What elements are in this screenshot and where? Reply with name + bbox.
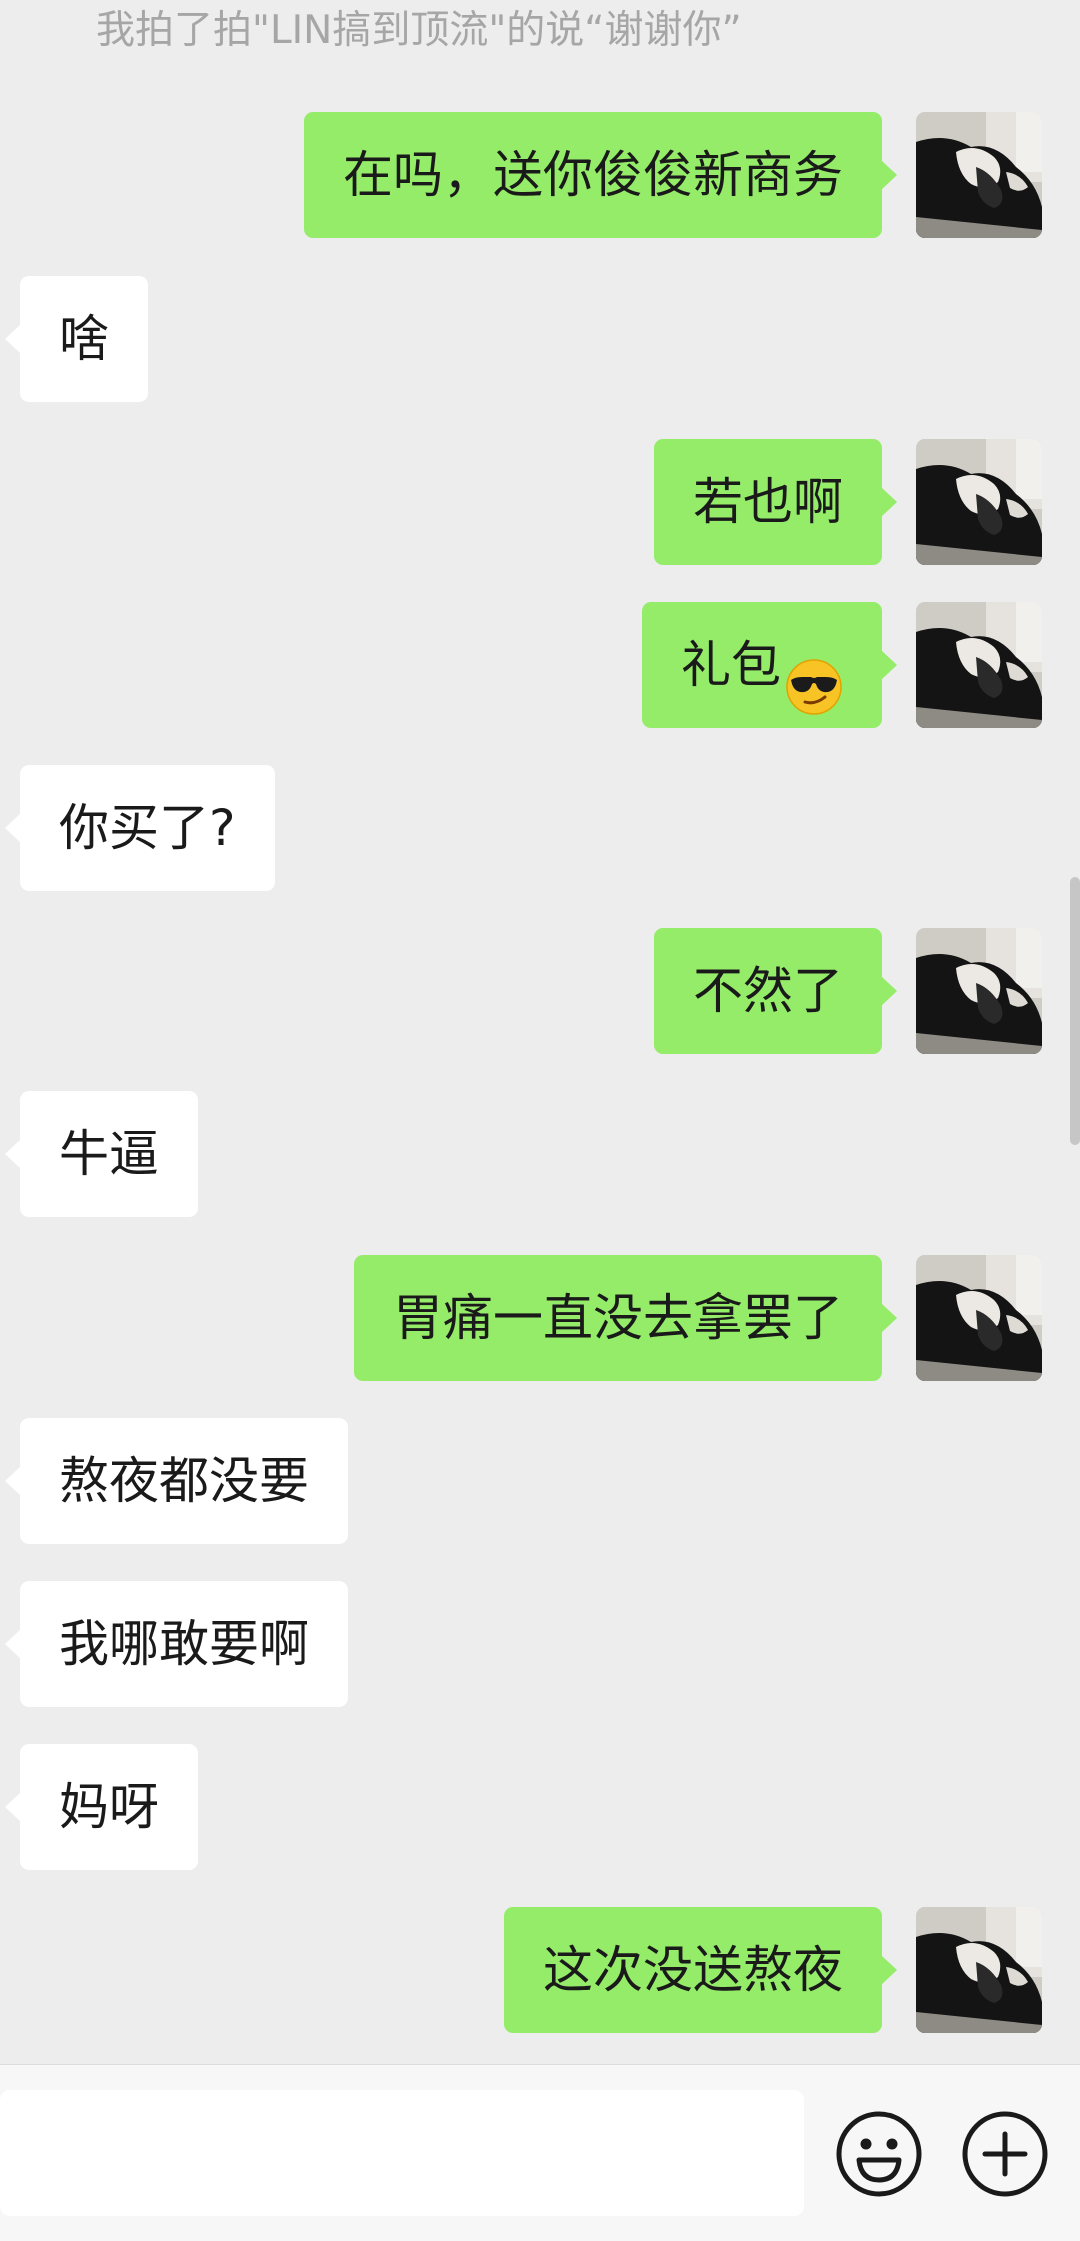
smiley-face-icon[interactable] xyxy=(835,2110,923,2198)
sent-message-bubble[interactable]: 若也啊 xyxy=(654,439,897,565)
message-row: 牛逼 xyxy=(0,1091,1080,1217)
avatar[interactable] xyxy=(916,602,1042,728)
avatar[interactable] xyxy=(916,112,1042,238)
avatar[interactable] xyxy=(916,928,1042,1054)
sent-message-bubble[interactable]: 礼包 xyxy=(642,602,897,728)
received-message-bubble[interactable]: 妈呀 xyxy=(5,1744,198,1870)
received-message-bubble[interactable]: 我哪敢要啊 xyxy=(5,1581,348,1707)
sent-message-bubble[interactable]: 胃痛一直没去拿罢了 xyxy=(354,1255,897,1381)
message-row: 妈呀 xyxy=(0,1744,1080,1870)
sent-message-bubble[interactable]: 不然了 xyxy=(654,928,897,1054)
sent-message-bubble[interactable]: 在吗，送你俊俊新商务 xyxy=(304,112,897,238)
smirking-sunglasses-emoji-icon xyxy=(785,636,843,715)
message-input[interactable] xyxy=(0,2090,804,2216)
received-message-bubble[interactable]: 牛逼 xyxy=(5,1091,198,1217)
received-message-bubble[interactable]: 熬夜都没要 xyxy=(5,1418,348,1544)
chat-message-list[interactable]: 我拍了拍"LIN搞到顶流"的说“谢谢你” 在吗，送你俊俊新商务 啥 若也啊 礼包… xyxy=(0,0,1080,2064)
message-row: 在吗，送你俊俊新商务 xyxy=(0,112,1080,238)
message-row: 礼包 xyxy=(0,602,1080,728)
message-text: 礼包 xyxy=(681,636,781,694)
message-row: 熬夜都没要 xyxy=(0,1418,1080,1544)
avatar[interactable] xyxy=(916,439,1042,565)
avatar[interactable] xyxy=(916,1255,1042,1381)
message-row: 我哪敢要啊 xyxy=(0,1581,1080,1707)
message-row: 这次没送熬夜 xyxy=(0,1907,1080,2033)
received-message-bubble[interactable]: 你买了? xyxy=(5,765,275,891)
message-input-bar xyxy=(0,2064,1080,2241)
message-row: 胃痛一直没去拿罢了 xyxy=(0,1255,1080,1381)
system-notice: 我拍了拍"LIN搞到顶流"的说“谢谢你” xyxy=(96,8,742,53)
sent-message-bubble[interactable]: 这次没送熬夜 xyxy=(504,1907,897,2033)
avatar[interactable] xyxy=(916,1907,1042,2033)
message-row: 啥 xyxy=(0,276,1080,402)
received-message-bubble[interactable]: 啥 xyxy=(5,276,148,402)
message-row: 若也啊 xyxy=(0,439,1080,565)
message-row: 不然了 xyxy=(0,928,1080,1054)
scrollbar[interactable] xyxy=(1070,877,1080,1145)
plus-circle-icon[interactable] xyxy=(961,2110,1049,2198)
message-row: 你买了? xyxy=(0,765,1080,891)
